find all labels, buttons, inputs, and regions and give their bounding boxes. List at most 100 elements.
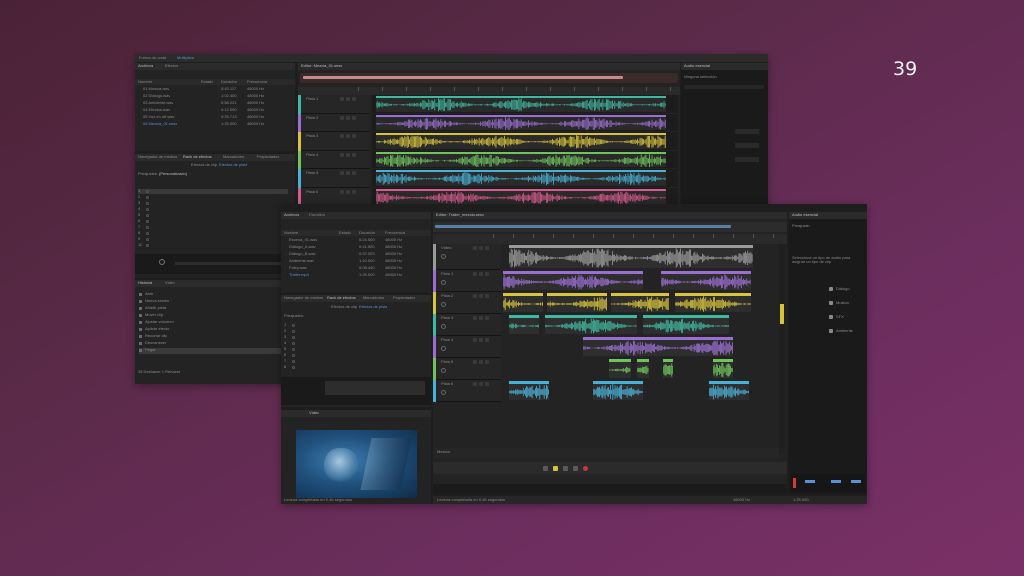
power-icon[interactable] bbox=[146, 226, 149, 229]
record-arm-button[interactable] bbox=[352, 97, 356, 101]
file-row[interactable]: Escena_01.wav 0:24.500 48000 Hz bbox=[281, 238, 431, 244]
audio-clip[interactable] bbox=[545, 315, 637, 334]
power-icon[interactable] bbox=[292, 330, 295, 333]
essential-type-button[interactable]: Música bbox=[829, 300, 865, 308]
audio-clip[interactable] bbox=[663, 359, 673, 378]
solo-button[interactable] bbox=[346, 115, 350, 120]
power-icon[interactable] bbox=[146, 214, 149, 217]
menu-multitrack[interactable]: Multipista bbox=[177, 56, 194, 60]
front-subtab-clip[interactable]: Efectos de clip bbox=[331, 305, 357, 309]
power-icon[interactable] bbox=[292, 348, 295, 351]
mute-button[interactable] bbox=[340, 189, 344, 194]
audio-clip[interactable] bbox=[609, 359, 631, 378]
file-row[interactable]: Trailer.mp4 1:25.000 48000 Hz bbox=[281, 273, 431, 279]
go-end-icon[interactable] bbox=[573, 466, 578, 471]
audio-clip[interactable] bbox=[643, 315, 729, 334]
file-row[interactable]: Foley.wav 0:08.440 48000 Hz bbox=[281, 266, 431, 272]
power-icon[interactable] bbox=[146, 202, 149, 205]
tab-properties[interactable]: Propiedades bbox=[257, 155, 279, 159]
history-item[interactable]: Abrir bbox=[139, 292, 289, 298]
track-header[interactable]: Pista 2 bbox=[298, 113, 370, 132]
tab-essential-sound[interactable]: Audio esencial bbox=[684, 64, 710, 68]
front-subtab-track[interactable]: Efectos de pista bbox=[359, 305, 387, 309]
record-arm-button[interactable] bbox=[352, 152, 356, 157]
tab-effects-rack[interactable]: Rack de efectos bbox=[183, 155, 212, 159]
audio-clip[interactable] bbox=[709, 381, 749, 400]
file-row[interactable]: Ambiente.wav 1:10.000 48000 Hz bbox=[281, 259, 431, 265]
audio-clip[interactable] bbox=[593, 381, 643, 400]
audio-clip[interactable] bbox=[713, 359, 733, 378]
audio-clip[interactable] bbox=[675, 293, 751, 312]
solo-button[interactable] bbox=[346, 189, 350, 194]
audio-clip[interactable] bbox=[583, 337, 733, 356]
mute-button[interactable] bbox=[340, 97, 344, 101]
record-icon-front[interactable] bbox=[583, 466, 588, 471]
history-item[interactable]: Recortar clip bbox=[139, 334, 289, 340]
overview-bar[interactable] bbox=[300, 73, 678, 83]
essential-type-button[interactable]: SFX bbox=[829, 314, 865, 322]
mute-button[interactable] bbox=[340, 115, 344, 120]
subtab-clip-effects[interactable]: Efectos de clip bbox=[191, 163, 217, 167]
audio-clip[interactable] bbox=[376, 188, 666, 204]
power-icon[interactable] bbox=[146, 208, 149, 211]
essential-option-2[interactable] bbox=[735, 143, 759, 148]
front-tab-essential-sound[interactable]: Audio esencial bbox=[792, 213, 818, 217]
history-item[interactable]: Pegar bbox=[139, 348, 289, 354]
effect-slot[interactable]: 8 bbox=[284, 365, 424, 371]
essential-option-3[interactable] bbox=[735, 157, 759, 162]
essential-type-button[interactable]: Diálogo bbox=[829, 286, 865, 294]
audio-clip[interactable] bbox=[509, 381, 549, 400]
power-icon[interactable] bbox=[292, 336, 295, 339]
solo-button[interactable] bbox=[346, 97, 350, 101]
tab-markers[interactable]: Marcadores bbox=[223, 155, 244, 159]
tab-video[interactable]: Vídeo bbox=[165, 281, 175, 285]
power-icon[interactable] bbox=[146, 244, 149, 247]
play-icon-front[interactable] bbox=[553, 466, 558, 471]
mute-button[interactable] bbox=[340, 152, 344, 157]
power-icon[interactable] bbox=[146, 190, 149, 193]
tab-media-browser[interactable]: Navegador de medios bbox=[138, 155, 177, 159]
preset-value[interactable]: (Personalizado) bbox=[159, 172, 187, 176]
solo-button[interactable] bbox=[346, 134, 350, 138]
menu-waveform[interactable]: Forma de onda bbox=[139, 56, 166, 60]
audio-clip[interactable] bbox=[611, 293, 669, 312]
file-row[interactable]: 05 Voz en off.wav 0:33.713 48000 Hz bbox=[135, 115, 295, 121]
front-tab-effects-rack[interactable]: Rack de efectos bbox=[327, 296, 356, 300]
history-item[interactable]: Aplicar efecto bbox=[139, 327, 289, 333]
power-icon[interactable] bbox=[292, 366, 295, 369]
front-tab-favorites[interactable]: Favoritos bbox=[309, 213, 325, 217]
audio-clip[interactable] bbox=[509, 245, 753, 268]
track-header[interactable]: Pista 1 bbox=[298, 95, 370, 114]
record-arm-button[interactable] bbox=[352, 171, 356, 175]
audio-clip[interactable] bbox=[503, 293, 543, 312]
audio-clip[interactable] bbox=[661, 271, 751, 290]
go-start-icon[interactable] bbox=[543, 466, 548, 471]
record-arm-button[interactable] bbox=[352, 189, 356, 194]
front-editor-tab[interactable]: Editor: Trailer_mezcla.sesx bbox=[436, 213, 484, 217]
history-item[interactable]: Añadir pista bbox=[139, 306, 289, 312]
front-time-ruler[interactable] bbox=[433, 234, 787, 244]
time-ruler[interactable] bbox=[298, 87, 680, 95]
audio-clip[interactable] bbox=[376, 133, 666, 149]
tab-history[interactable]: Historial bbox=[138, 281, 152, 285]
audio-clip[interactable] bbox=[509, 315, 539, 334]
power-icon[interactable] bbox=[292, 360, 295, 363]
audio-clip[interactable] bbox=[503, 271, 643, 290]
solo-button[interactable] bbox=[346, 152, 350, 157]
power-icon[interactable] bbox=[146, 196, 149, 199]
audio-clip[interactable] bbox=[547, 293, 607, 312]
tab-files[interactable]: Archivos bbox=[138, 64, 153, 68]
knob-icon[interactable] bbox=[159, 259, 165, 265]
tab-effects[interactable]: Efectos bbox=[165, 64, 178, 68]
front-tab-properties[interactable]: Propiedades bbox=[393, 296, 415, 300]
effect-slot[interactable]: 10 bbox=[138, 243, 288, 249]
power-icon[interactable] bbox=[292, 324, 295, 327]
solo-button[interactable] bbox=[346, 171, 350, 175]
history-item[interactable]: Ajustar volumen bbox=[139, 320, 289, 326]
file-row[interactable]: 02 Diálogo.wav 1:02.400 48000 Hz bbox=[135, 94, 295, 100]
track-header[interactable]: Pista 5 bbox=[298, 169, 370, 188]
audio-clip[interactable] bbox=[376, 114, 666, 130]
power-icon[interactable] bbox=[292, 354, 295, 357]
record-arm-button[interactable] bbox=[352, 115, 356, 120]
tab-video-front[interactable]: Vídeo bbox=[309, 411, 319, 415]
